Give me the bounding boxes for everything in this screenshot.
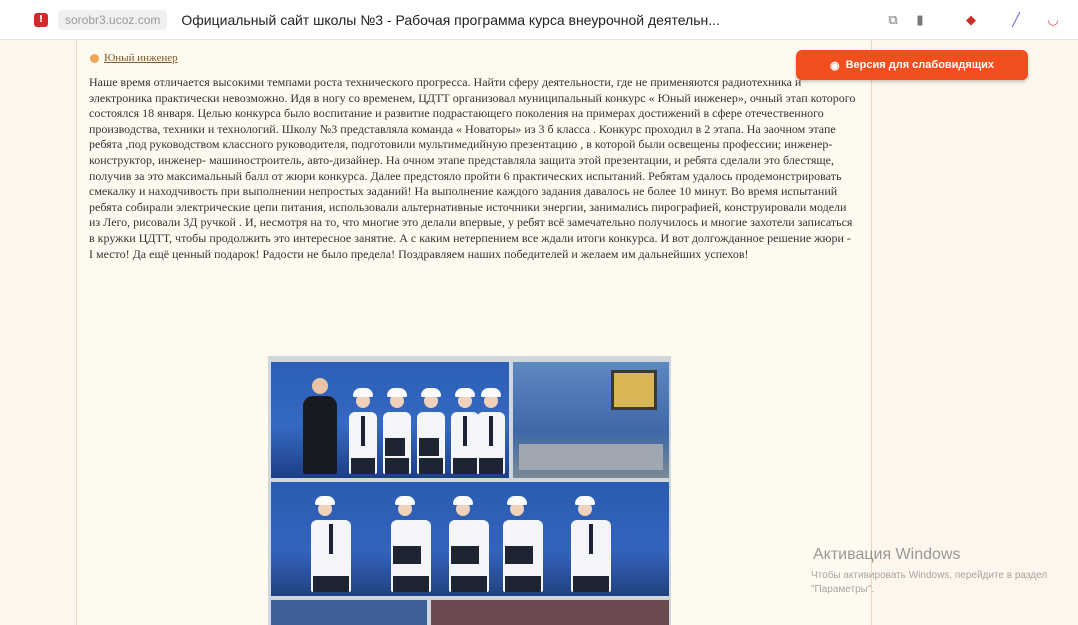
breadcrumb-bullet-icon bbox=[90, 53, 99, 63]
warning-icon[interactable]: ! bbox=[34, 12, 48, 27]
photo-classroom[interactable] bbox=[513, 362, 669, 478]
article-text: Наше время отличается высокими темпами р… bbox=[89, 75, 856, 261]
windows-activation-subtitle: Чтобы активировать Windows, перейдите в … bbox=[811, 570, 1048, 595]
windows-activation-title: Активация Windows bbox=[813, 546, 961, 563]
photo-bottom-left[interactable] bbox=[271, 600, 427, 625]
desk bbox=[519, 444, 663, 470]
teacher-figure bbox=[303, 378, 337, 474]
right-sidebar bbox=[873, 40, 1078, 625]
tab-title: Официальный сайт школы №3 - Рабочая прог… bbox=[181, 11, 720, 28]
photo-team-with-teacher[interactable] bbox=[271, 362, 509, 478]
url-field[interactable]: sorobr3.ucoz.com bbox=[58, 9, 168, 30]
breadcrumb-link[interactable]: Юный инженер bbox=[104, 52, 178, 64]
bookmark-icon[interactable]: ▮ bbox=[911, 11, 929, 29]
left-margin bbox=[0, 40, 76, 625]
eye-icon: ◉ bbox=[829, 59, 840, 72]
translate-icon[interactable]: ⧉ bbox=[884, 11, 902, 29]
photo-collage bbox=[268, 356, 671, 625]
accessibility-button-label: Версия для слабовидящих bbox=[845, 59, 994, 71]
photo-team-with-certificates[interactable] bbox=[271, 482, 669, 596]
breadcrumb: Юный инженер bbox=[90, 52, 178, 64]
photo-bottom-right[interactable] bbox=[431, 600, 669, 625]
pen-icon[interactable]: ╱ bbox=[1007, 11, 1025, 29]
board bbox=[611, 370, 657, 410]
extension-icon[interactable]: ◆ bbox=[962, 11, 980, 29]
browser-toolbar: ! sorobr3.ucoz.com Официальный сайт школ… bbox=[0, 0, 1078, 40]
pocket-icon[interactable]: ◡ bbox=[1044, 11, 1062, 29]
